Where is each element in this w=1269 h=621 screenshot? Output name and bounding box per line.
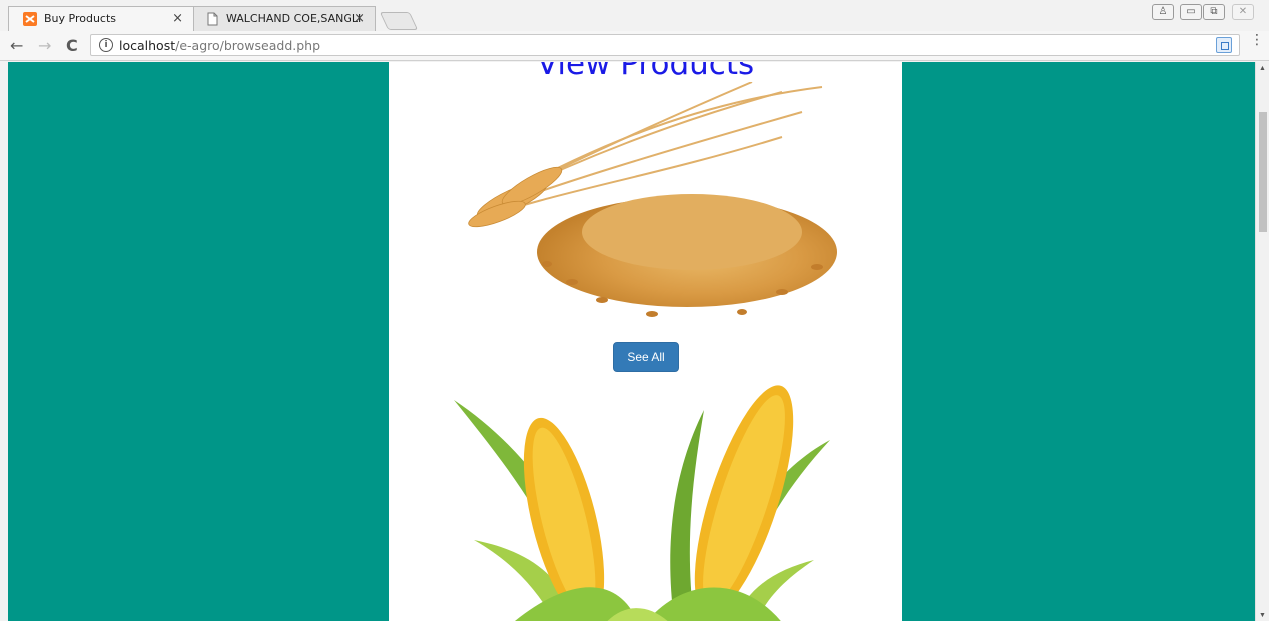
tab-close-icon[interactable]: ×: [354, 11, 365, 26]
scrollbar-thumb[interactable]: [1259, 112, 1267, 232]
tab-close-icon[interactable]: ×: [172, 11, 183, 26]
back-icon[interactable]: ←: [10, 36, 23, 55]
tab-title: Buy Products: [44, 12, 117, 25]
close-window-icon[interactable]: ✕: [1232, 4, 1254, 20]
page-viewport: View Products See All: [8, 62, 1255, 621]
tab-walchand[interactable]: WALCHAND COE,SANGLI ×: [190, 6, 376, 31]
url-text: localhost/e-agro/browseadd.php: [119, 38, 321, 53]
tab-title: WALCHAND COE,SANGLI: [226, 12, 362, 25]
tab-buy-products[interactable]: Buy Products ×: [8, 6, 194, 31]
page-title: View Products: [536, 62, 755, 82]
menu-icon[interactable]: ⋮: [1250, 33, 1264, 47]
minimize-icon[interactable]: ▭: [1180, 4, 1202, 20]
extension-icon[interactable]: [1216, 37, 1232, 53]
scroll-up-icon[interactable]: ▲: [1259, 65, 1266, 72]
address-bar[interactable]: i localhost/e-agro/browseadd.php ☆: [90, 34, 1240, 56]
see-all-button[interactable]: See All: [613, 342, 679, 372]
info-icon[interactable]: i: [99, 38, 113, 52]
browser-toolbar: ← → C i localhost/e-agro/browseadd.php ☆…: [0, 31, 1269, 61]
page-scrollbar[interactable]: ▲ ▼: [1255, 62, 1269, 621]
products-panel: View Products See All: [389, 62, 902, 621]
wheat-image[interactable]: [452, 82, 840, 334]
restore-icon[interactable]: ⧉: [1203, 4, 1225, 20]
window-border: [0, 62, 8, 621]
forward-icon[interactable]: →: [38, 36, 51, 55]
corn-image[interactable]: [454, 380, 830, 621]
user-icon[interactable]: ♙: [1152, 4, 1174, 20]
page-icon: [207, 12, 218, 26]
xampp-icon: [23, 12, 37, 26]
tab-strip: Buy Products × WALCHAND COE,SANGLI × ♙ ▭…: [0, 0, 1269, 31]
scroll-down-icon[interactable]: ▼: [1259, 612, 1266, 619]
new-tab-button[interactable]: [379, 12, 419, 30]
reload-icon[interactable]: C: [66, 36, 78, 55]
